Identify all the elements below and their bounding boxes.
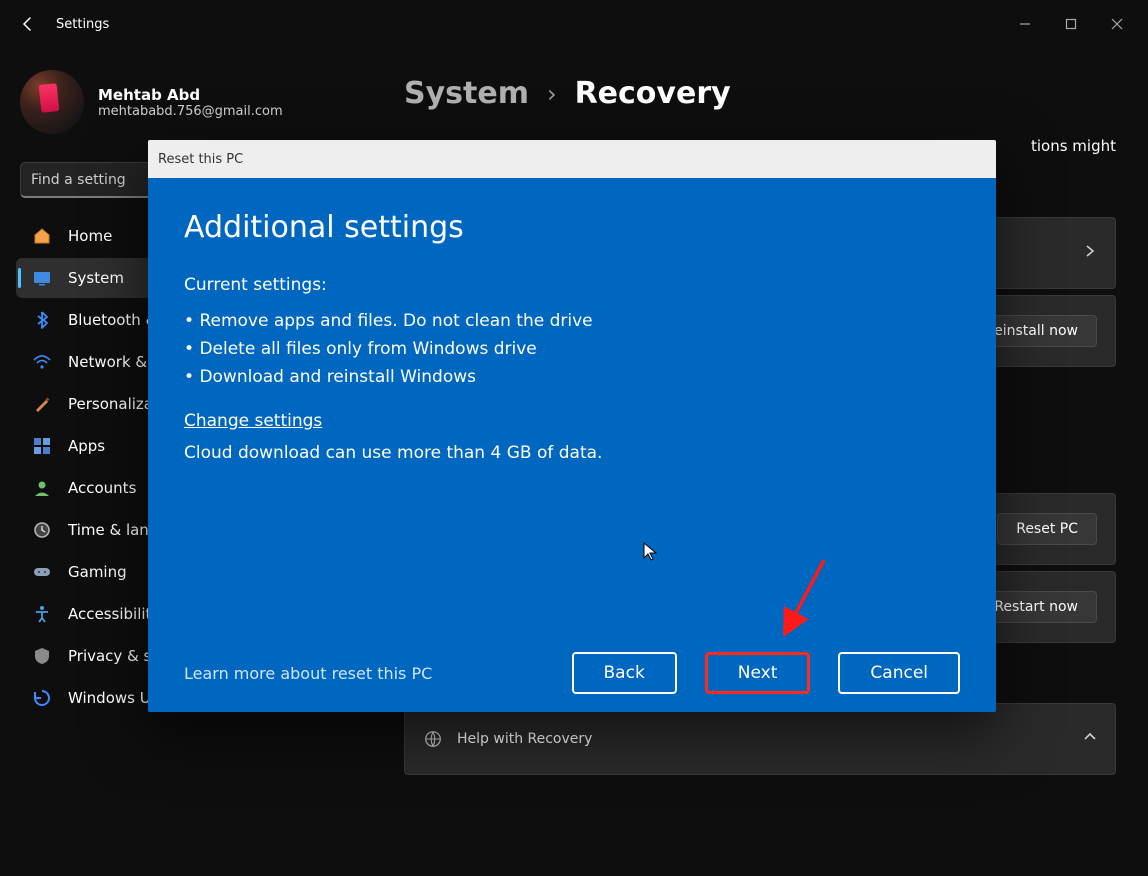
close-icon [1111,18,1123,30]
dialog-bullet: Download and reinstall Windows [184,367,960,387]
arrow-left-icon [20,16,36,32]
learn-more-link[interactable]: Learn more about reset this PC [184,664,432,683]
bluetooth-icon [32,310,52,330]
minimize-button[interactable] [1002,4,1048,44]
system-icon [32,268,52,288]
breadcrumb-current: Recovery [575,76,731,111]
maximize-icon [1065,18,1077,30]
gaming-icon [32,562,52,582]
maximize-button[interactable] [1048,4,1094,44]
chevron-up-icon [1083,730,1097,748]
dialog-footer: Learn more about reset this PC Back Next… [184,652,960,694]
cancel-button[interactable]: Cancel [838,652,960,694]
sidebar-item-label: Accounts [68,479,136,497]
sidebar-item-label: Accessibility [68,605,160,623]
dialog-bullet: Delete all files only from Windows drive [184,339,960,359]
home-icon [32,226,52,246]
sidebar-item-label: Gaming [68,563,127,581]
personalization-icon [32,394,52,414]
help-label: Help with Recovery [457,731,592,747]
dialog-bullets: Remove apps and files. Do not clean the … [184,303,960,395]
back-button[interactable]: Back [572,652,677,694]
change-settings-link[interactable]: Change settings [184,411,960,431]
user-email: mehtababd.756@gmail.com [98,104,283,119]
reset-pc-dialog: Reset this PC Additional settings Curren… [148,140,996,712]
reset-pc-button[interactable]: Reset PC [997,513,1097,545]
dialog-bullet: Remove apps and files. Do not clean the … [184,311,960,331]
breadcrumb: System › Recovery [404,76,1116,111]
accounts-icon [32,478,52,498]
network-icon [32,352,52,372]
app-title: Settings [56,17,109,32]
avatar [20,70,84,134]
dialog-heading: Additional settings [184,210,960,245]
help-with-recovery-card[interactable]: Help with Recovery [404,703,1116,775]
close-button[interactable] [1094,4,1140,44]
window-controls [1002,4,1140,44]
search-placeholder: Find a setting [31,172,126,188]
chevron-right-icon [1083,244,1097,262]
apps-icon [32,436,52,456]
dialog-body: Additional settings Current settings: Re… [148,178,996,712]
time-icon [32,520,52,540]
cloud-download-note: Cloud download can use more than 4 GB of… [184,443,960,463]
dialog-title: Reset this PC [158,152,243,167]
privacy-icon [32,646,52,666]
sidebar-item-label: Home [68,227,112,245]
sidebar-item-label: Apps [68,437,105,455]
user-name: Mehtab Abd [98,86,283,104]
dialog-titlebar: Reset this PC [148,140,996,178]
chevron-right-icon: › [547,80,557,108]
update-icon [32,688,52,708]
titlebar: Settings [0,0,1148,48]
breadcrumb-parent[interactable]: System [404,76,529,111]
globe-icon [423,729,443,749]
next-button[interactable]: Next [705,652,811,694]
minimize-icon [1019,18,1031,30]
dialog-subheading: Current settings: [184,275,960,295]
sidebar-item-label: System [68,269,124,287]
back-button[interactable] [8,4,48,44]
accessibility-icon [32,604,52,624]
